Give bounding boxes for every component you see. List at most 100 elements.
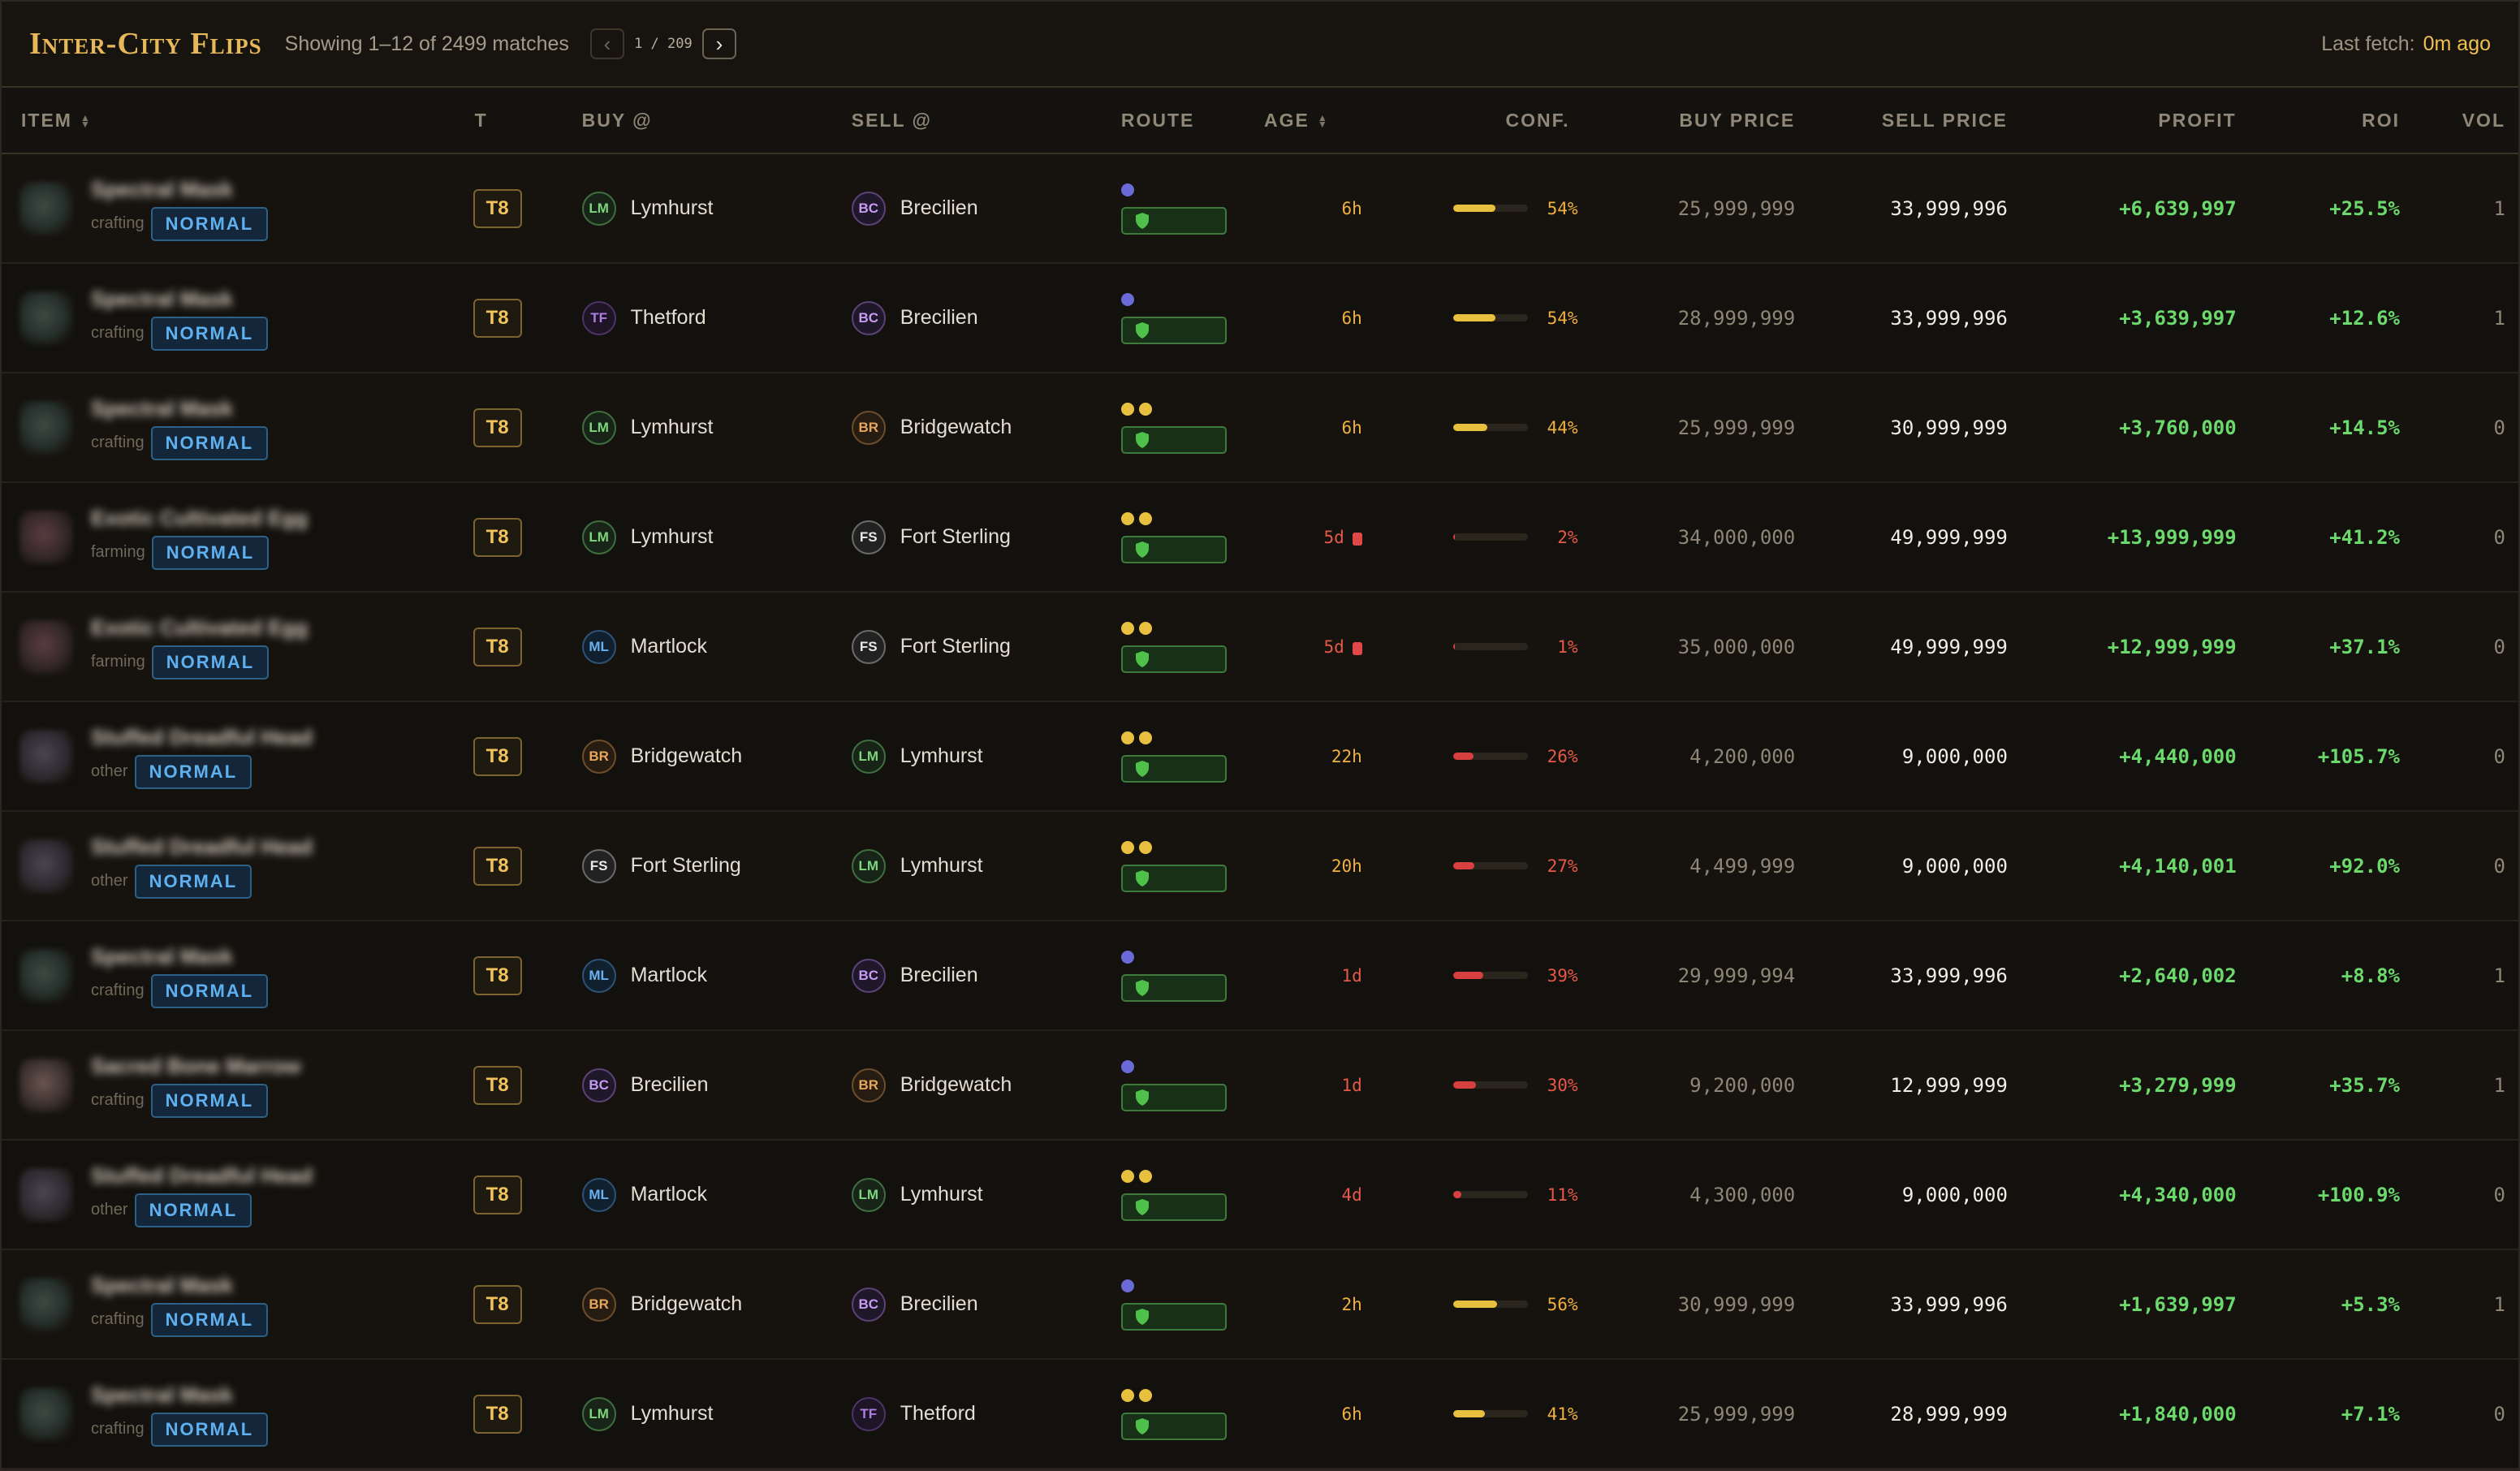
tier-cell: T8 (455, 1359, 582, 1469)
pagination: ‹ 1 / 209 › (589, 28, 736, 59)
sell-city[interactable]: FS Fort Sterling (851, 629, 1121, 664)
buy-city[interactable]: BR Bridgewatch (581, 739, 852, 774)
sell-city-cell: BR Bridgewatch (851, 373, 1121, 482)
sell-city[interactable]: BR Bridgewatch (851, 1068, 1121, 1102)
confidence: 2% (1362, 528, 1583, 547)
sell-price: 33,999,996 (1890, 964, 2008, 987)
col-profit-header[interactable]: PROFIT (2007, 88, 2237, 154)
table-row[interactable]: Stuffed Dreadful Head other NORMAL T8 BR Brid… (2, 701, 2518, 811)
sell-city[interactable]: LM Lymhurst (851, 848, 1121, 883)
safe-route-badge (1120, 535, 1227, 563)
col-tier-header[interactable]: T (455, 88, 582, 154)
sell-city[interactable]: BC Brecilien (851, 1287, 1121, 1322)
buy-city-cell: LM Lymhurst (581, 153, 852, 263)
roi-value: +5.3% (2341, 1292, 2400, 1316)
buy-city[interactable]: LM Lymhurst (581, 410, 852, 445)
buy-city[interactable]: ML Martlock (581, 1177, 852, 1212)
sell-city[interactable]: LM Lymhurst (851, 739, 1121, 774)
buy-city[interactable]: FS Fort Sterling (581, 848, 852, 883)
col-conf-header[interactable]: CONF. (1361, 88, 1583, 154)
col-item-header[interactable]: ITEM ▲ ▼ (2, 88, 455, 154)
prev-page-button[interactable]: ‹ (589, 28, 624, 59)
table-row[interactable]: Stuffed Dreadful Head other NORMAL T8 ML Mart… (2, 1140, 2518, 1249)
item-name[interactable]: Exotic Cultivated Egg (91, 505, 308, 531)
buy-city[interactable]: TF Thetford (581, 300, 852, 335)
sell-city[interactable]: FS Fort Sterling (851, 520, 1121, 554)
route-indicator (1120, 183, 1264, 235)
col-roi-header[interactable]: ROI (2236, 88, 2400, 154)
table-row[interactable]: Spectral Mask crafting NORMAL T8 LM Lymhurst B… (2, 153, 2518, 263)
item-cell: Exotic Cultivated Egg farming NORMAL (2, 592, 455, 701)
age-cell: 20h (1264, 811, 1362, 921)
col-route-header[interactable]: ROUTE (1120, 88, 1264, 154)
buy-price: 4,300,000 (1689, 1183, 1796, 1206)
buy-price: 4,200,000 (1689, 744, 1796, 768)
table-header-row: ITEM ▲ ▼ T BUY @ SELL @ ROUTE AGE ▲ ▼ CONF. … (2, 88, 2518, 154)
buy-city[interactable]: LM Lymhurst (581, 520, 852, 554)
city-badge: BC (851, 958, 886, 993)
sell-city[interactable]: BC Brecilien (851, 300, 1121, 335)
item-name[interactable]: Sacred Bone Marrow (91, 1053, 301, 1079)
shield-icon (1135, 1417, 1149, 1434)
col-sell-price-header[interactable]: SELL PRICE (1795, 88, 2008, 154)
quality-badge: NORMAL (134, 864, 252, 899)
results-summary: Showing 1–12 of 2499 matches (284, 32, 569, 55)
col-buy-price-header[interactable]: BUY PRICE (1582, 88, 1796, 154)
table-row[interactable]: Sacred Bone Marrow crafting NORMAL T8 BC Brec… (2, 1030, 2518, 1140)
buy-city[interactable]: LM Lymhurst (581, 1396, 852, 1431)
buy-city-cell: FS Fort Sterling (581, 811, 852, 921)
table-row[interactable]: Exotic Cultivated Egg farming NORMAL T8 LM Ly… (2, 482, 2518, 592)
col-vol-header[interactable]: VOL (2400, 88, 2518, 154)
buy-city[interactable]: LM Lymhurst (581, 191, 852, 226)
item-info: Spectral Mask crafting NORMAL (2, 1272, 455, 1337)
volume-value: 0 (2493, 416, 2505, 439)
city-name: Brecilien (630, 1073, 709, 1096)
item-name[interactable]: Spectral Mask (91, 176, 268, 202)
confidence-cell: 44% (1362, 373, 1583, 482)
table-row[interactable]: Spectral Mask crafting NORMAL T8 BR Bridgewat… (2, 1249, 2518, 1359)
col-buy-at-header[interactable]: BUY @ (581, 88, 852, 154)
item-name[interactable]: Stuffed Dreadful Head (91, 834, 313, 860)
table-row[interactable]: Exotic Cultivated Egg farming NORMAL T8 ML Ma… (2, 592, 2518, 701)
age-value: 1d (1341, 1075, 1362, 1095)
item-name[interactable]: Exotic Cultivated Egg (91, 615, 308, 641)
item-thumbnail (19, 510, 73, 564)
sell-city[interactable]: BC Brecilien (851, 191, 1121, 226)
table-row[interactable]: Spectral Mask crafting NORMAL T8 LM Lymhurst T… (2, 1359, 2518, 1469)
sell-city[interactable]: BC Brecilien (851, 958, 1121, 993)
sell-city-cell: TF Thetford (851, 1359, 1121, 1469)
next-page-button[interactable]: › (701, 28, 736, 59)
buy-city[interactable]: BR Bridgewatch (581, 1287, 852, 1322)
col-sell-at-header[interactable]: SELL @ (851, 88, 1121, 154)
table-row[interactable]: Spectral Mask crafting NORMAL T8 ML Martlock B… (2, 921, 2518, 1030)
item-info: Exotic Cultivated Egg farming NORMAL (2, 505, 455, 570)
sell-city-cell: BC Brecilien (851, 153, 1121, 263)
route-indicator (1120, 1388, 1264, 1440)
route-cell (1120, 263, 1264, 373)
sell-city[interactable]: TF Thetford (851, 1396, 1121, 1431)
table-row[interactable]: Spectral Mask crafting NORMAL T8 TF Thetford B… (2, 263, 2518, 373)
table-row[interactable]: Spectral Mask crafting NORMAL T8 LM Lymhurst B… (2, 373, 2518, 482)
shield-icon (1135, 1089, 1149, 1106)
item-name[interactable]: Spectral Mask (91, 286, 268, 312)
sell-city[interactable]: LM Lymhurst (851, 1177, 1121, 1212)
col-age-header[interactable]: AGE ▲ ▼ (1264, 88, 1362, 154)
item-name[interactable]: Stuffed Dreadful Head (91, 1163, 313, 1188)
age-cell: 6h (1264, 373, 1361, 482)
buy-city[interactable]: ML Martlock (581, 629, 852, 664)
confidence-bar (1452, 1191, 1528, 1198)
buy-city[interactable]: BC Brecilien (581, 1068, 852, 1102)
item-cell: Spectral Mask crafting NORMAL (2, 1359, 455, 1469)
item-name[interactable]: Spectral Mask (91, 1382, 268, 1408)
item-name[interactable]: Spectral Mask (91, 1272, 268, 1298)
sell-city[interactable]: BR Bridgewatch (851, 410, 1121, 445)
route-indicator (1120, 731, 1264, 783)
profit-value: +2,640,002 (2119, 964, 2237, 987)
buy-city[interactable]: ML Martlock (581, 958, 852, 993)
table-row[interactable]: Stuffed Dreadful Head other NORMAL T8 FS Fort… (2, 811, 2518, 921)
item-name[interactable]: Spectral Mask (91, 943, 268, 969)
sell-price: 33,999,996 (1890, 196, 2008, 220)
buy-city-cell: LM Lymhurst (581, 1359, 852, 1469)
item-name[interactable]: Spectral Mask (91, 395, 268, 421)
item-name[interactable]: Stuffed Dreadful Head (91, 724, 313, 750)
